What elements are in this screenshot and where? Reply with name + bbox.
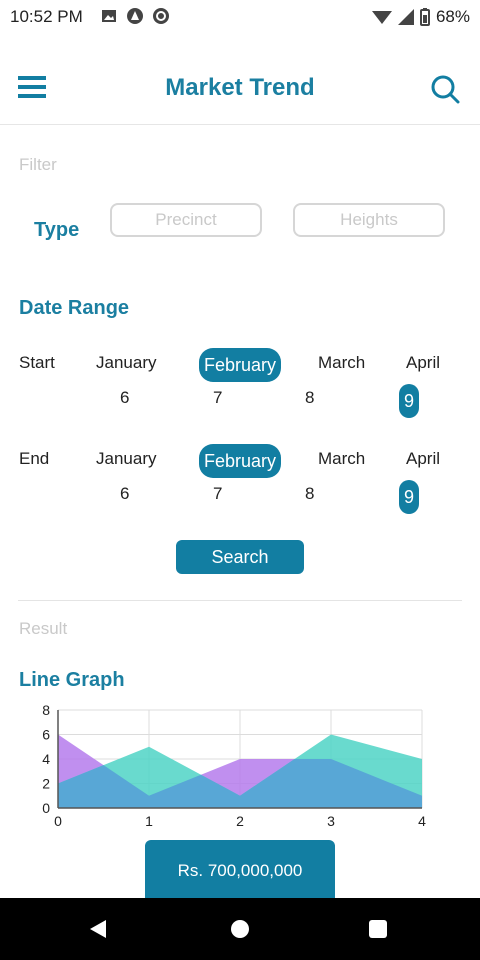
sync-icon: [152, 7, 170, 25]
page-title: Market Trend: [165, 74, 315, 101]
status-bar: 10:52 PM 68%: [0, 0, 480, 34]
status-time: 10:52 PM: [10, 7, 83, 26]
start-month-january[interactable]: January: [96, 353, 156, 373]
search-button[interactable]: Search: [176, 540, 304, 574]
y-tick-label: 2: [42, 776, 50, 792]
battery-percent: 68%: [435, 7, 470, 26]
home-icon[interactable]: [231, 920, 249, 938]
end-month-january[interactable]: January: [96, 449, 156, 469]
y-tick-label: 8: [42, 704, 50, 718]
system-status: 68%: [371, 7, 470, 27]
start-day-9[interactable]: 9: [399, 384, 419, 418]
divider: [18, 600, 462, 601]
filter-label: Filter: [19, 155, 57, 174]
result-label: Result: [19, 619, 68, 638]
x-tick-label: 3: [327, 813, 335, 829]
app-icon: [126, 7, 144, 25]
x-tick-label: 1: [145, 813, 153, 829]
back-icon[interactable]: [90, 920, 106, 938]
end-label: End: [19, 449, 50, 468]
y-tick-label: 4: [42, 751, 50, 767]
start-month-march[interactable]: March: [318, 353, 365, 373]
end-month-february[interactable]: February: [199, 444, 281, 478]
end-day-6[interactable]: 6: [120, 484, 129, 504]
precinct-field[interactable]: Precinct: [110, 203, 262, 237]
x-tick-label: 4: [418, 813, 426, 829]
recent-apps-icon[interactable]: [369, 920, 387, 938]
amount-button[interactable]: Rs. 700,000,000: [145, 840, 335, 902]
type-label: Type: [34, 219, 80, 241]
graph-title: Line Graph: [19, 669, 125, 691]
search-icon[interactable]: [430, 74, 460, 104]
wifi-icon: [371, 11, 392, 24]
x-tick-label: 2: [236, 813, 244, 829]
navigation-bar: [0, 898, 480, 960]
notification-icons: [100, 7, 170, 25]
start-day-8[interactable]: 8: [305, 388, 314, 408]
date-range-title: Date Range: [19, 297, 130, 319]
battery-icon: [419, 8, 430, 26]
x-tick-label: 0: [54, 813, 62, 829]
app-bar: Market Trend: [0, 34, 480, 125]
start-month-april[interactable]: April: [406, 353, 440, 373]
start-day-6[interactable]: 6: [120, 388, 129, 408]
y-tick-label: 6: [42, 727, 50, 743]
signal-icon: [397, 9, 414, 25]
image-icon: [100, 7, 118, 25]
end-day-9[interactable]: 9: [399, 480, 419, 514]
start-day-7[interactable]: 7: [213, 388, 222, 408]
heights-field[interactable]: Heights: [293, 203, 445, 237]
end-day-7[interactable]: 7: [213, 484, 222, 504]
y-tick-label: 0: [42, 800, 50, 816]
line-graph: 0 2 4 6 8 0 1 2 3 4: [42, 704, 426, 829]
end-month-march[interactable]: March: [318, 449, 365, 469]
start-month-february[interactable]: February: [199, 348, 281, 382]
start-label: Start: [19, 353, 55, 372]
end-day-8[interactable]: 8: [305, 484, 314, 504]
end-month-april[interactable]: April: [406, 449, 440, 469]
